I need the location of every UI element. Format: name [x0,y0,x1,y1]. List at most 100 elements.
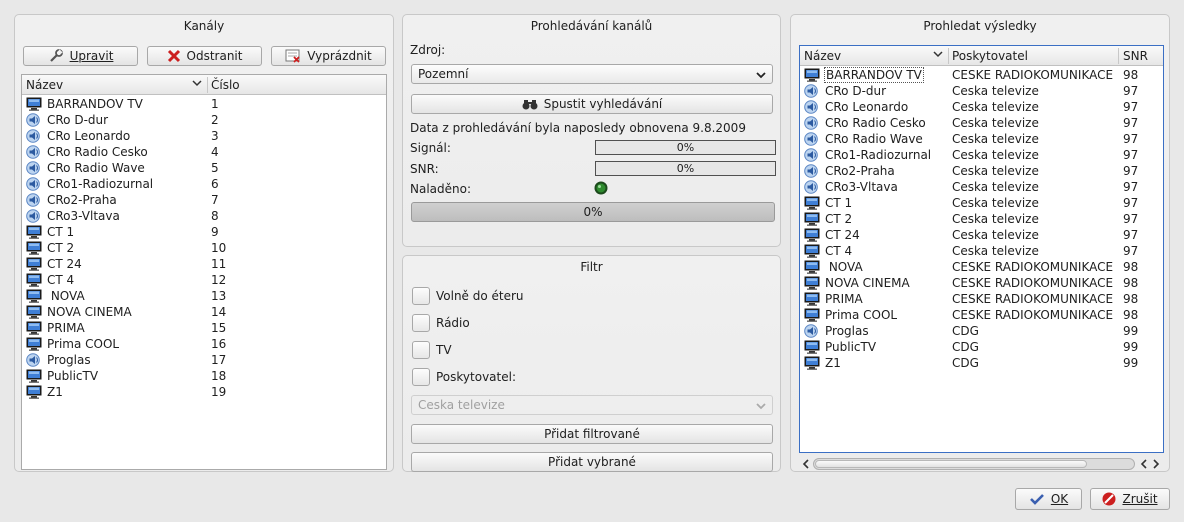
table-row[interactable]: Prima COOL CESKE RADIOKOMUNIKACE 98 [800,307,1163,323]
table-row[interactable]: CT 4 Ceska televize 97 [800,243,1163,259]
free-to-air-label[interactable]: Volně do éteru [436,289,524,303]
table-row[interactable]: CRo Leonardo Ceska televize 97 [800,99,1163,115]
channel-name: CRo D-dur [47,113,109,127]
scan-group: Prohledávání kanálů Zdroj: Pozemní Spust… [402,14,781,247]
col-header-number[interactable]: Číslo [211,78,240,92]
provider-label[interactable]: Poskytovatel: [436,370,516,384]
table-row[interactable]: CRo D-dur Ceska televize 97 [800,83,1163,99]
result-provider: CDG [952,324,979,338]
edit-button[interactable]: Upravit [23,46,138,66]
edit-button-label: Upravit [69,49,114,63]
list-item[interactable]: CT 24 11 [22,256,386,272]
list-item[interactable]: CRo D-dur 2 [22,112,386,128]
list-item[interactable]: CRo2-Praha 7 [22,192,386,208]
list-item[interactable]: CT 4 12 [22,272,386,288]
list-item[interactable]: PRIMA 15 [22,320,386,336]
tv-label[interactable]: TV [436,343,452,357]
list-item[interactable]: CRo Radio Wave 5 [22,160,386,176]
table-row[interactable]: Z1 CDG 99 [800,355,1163,371]
list-item[interactable]: Z1 19 [22,384,386,400]
table-row[interactable]: CT 24 Ceska televize 97 [800,227,1163,243]
table-row[interactable]: NOVA CESKE RADIOKOMUNIKACE 98 [800,259,1163,275]
tv-icon [26,369,42,383]
checkmark-icon [1029,492,1045,506]
table-row[interactable]: NOVA CINEMA CESKE RADIOKOMUNIKACE 98 [800,275,1163,291]
list-item[interactable]: CRo Leonardo 3 [22,128,386,144]
results-hscrollbar[interactable] [799,457,1164,471]
table-row[interactable]: CRo3-Vltava Ceska televize 97 [800,179,1163,195]
provider-select[interactable]: Ceska televize [411,395,773,415]
channels-list[interactable]: Název Číslo BARRANDOV TV 1 CRo D-dur 2 CRo L… [21,74,387,470]
result-name: CRo2-Praha [825,164,895,178]
table-row[interactable]: PRIMA CESKE RADIOKOMUNIKACE 98 [800,291,1163,307]
result-provider: Ceska televize [952,84,1039,98]
result-provider: Ceska televize [952,132,1039,146]
chevron-down-icon[interactable] [192,77,202,91]
table-row[interactable]: PublicTV CDG 99 [800,339,1163,355]
add-selected-button[interactable]: Přidat vybrané [411,452,773,472]
red-x-icon [167,49,181,63]
channel-name: Prima COOL [47,337,120,351]
clear-button[interactable]: Vyprázdnit [271,46,386,66]
snr-bar: 0% [595,161,776,176]
scroll-left-icon[interactable] [801,458,811,473]
cancel-icon [1102,492,1116,506]
col-header-snr[interactable]: SNR [1123,49,1148,63]
table-row[interactable]: CRo1-Radiozurnal Ceska televize 97 [800,147,1163,163]
chevron-down-icon [756,69,766,83]
tv-icon [804,308,820,322]
radio-icon [26,145,42,159]
result-name: CT 24 [825,228,860,242]
start-scan-button[interactable]: Spustit vyhledávání [411,94,773,114]
channel-name: CRo Radio Wave [47,161,145,175]
source-select[interactable]: Pozemní [411,64,773,84]
result-provider: CESKE RADIOKOMUNIKACE [952,308,1114,322]
table-row[interactable]: CRo Radio Cesko Ceska televize 97 [800,115,1163,131]
list-item[interactable]: BARRANDOV TV 1 [22,96,386,112]
tv-icon [804,340,820,354]
channel-name: CT 4 [47,273,75,287]
col-header-provider[interactable]: Poskytovatel [952,49,1028,63]
scrollbar-thumb[interactable] [815,460,1087,468]
tv-icon [26,241,42,255]
list-item[interactable]: CT 2 10 [22,240,386,256]
scan-progress-bar: 0% [411,202,775,222]
col-header-name[interactable]: Název [804,49,841,63]
remove-button[interactable]: Odstranit [147,46,262,66]
list-item[interactable]: NOVA CINEMA 14 [22,304,386,320]
table-row[interactable]: Proglas CDG 99 [800,323,1163,339]
result-snr: 99 [1123,340,1139,354]
list-item[interactable]: Proglas 17 [22,352,386,368]
channel-number: 15 [211,321,227,335]
ok-button[interactable]: OK [1015,488,1082,510]
list-item[interactable]: CT 1 9 [22,224,386,240]
radio-label[interactable]: Rádio [436,316,470,330]
table-row[interactable]: CRo Radio Wave Ceska televize 97 [800,131,1163,147]
result-provider: CESKE RADIOKOMUNIKACE [952,68,1114,82]
list-item[interactable]: Prima COOL 16 [22,336,386,352]
col-header-name[interactable]: Název [26,78,63,92]
tv-checkbox[interactable] [412,341,430,359]
add-filtered-button[interactable]: Přidat filtrované [411,424,773,444]
results-list[interactable]: Název Poskytovatel SNR BARRANDOV TV CESKE… [799,45,1164,453]
radio-checkbox[interactable] [412,314,430,332]
list-item[interactable]: CRo Radio Cesko 4 [22,144,386,160]
table-row[interactable]: CRo2-Praha Ceska televize 97 [800,163,1163,179]
list-item[interactable]: CRo3-Vltava 8 [22,208,386,224]
table-row[interactable]: CT 1 Ceska televize 97 [800,195,1163,211]
provider-checkbox[interactable] [412,368,430,386]
scroll-left-icon[interactable] [1139,458,1149,473]
scrollbar-track[interactable] [813,458,1135,470]
list-item[interactable]: CRo1-Radiozurnal 6 [22,176,386,192]
table-row[interactable]: CT 2 Ceska televize 97 [800,211,1163,227]
clear-list-icon [285,49,301,63]
chevron-down-icon[interactable] [933,48,943,62]
scroll-right-icon[interactable] [1151,458,1161,473]
table-row[interactable]: BARRANDOV TV CESKE RADIOKOMUNIKACE 98 [800,67,1163,83]
list-item[interactable]: PublicTV 18 [22,368,386,384]
channel-name: CRo1-Radiozurnal [47,177,154,191]
list-item[interactable]: NOVA 13 [22,288,386,304]
free-to-air-checkbox[interactable] [412,287,430,305]
cancel-button[interactable]: Zrušit [1090,488,1170,510]
filter-group: Filtr Volně do éteru Rádio TV Poskytovat… [402,255,781,472]
